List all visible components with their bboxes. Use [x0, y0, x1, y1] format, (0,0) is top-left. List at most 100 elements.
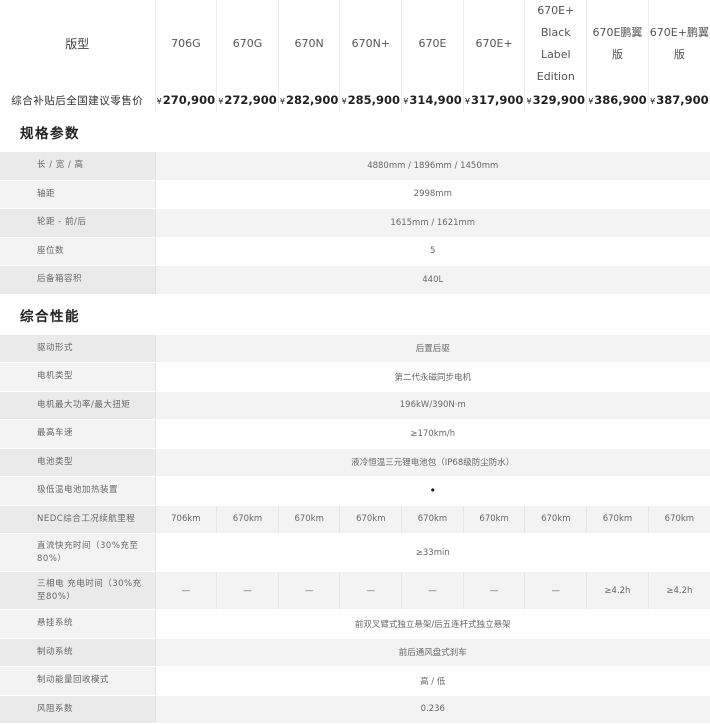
price-value: 314,900	[409, 93, 462, 107]
price-value: 272,900	[224, 93, 277, 107]
price-value: 317,900	[470, 93, 524, 107]
charge-cell: —	[339, 571, 403, 610]
currency-symbol: ¥	[650, 97, 656, 106]
table-row: 风阻系数 0.236	[0, 695, 710, 724]
price-cell: ¥285,900	[339, 88, 403, 112]
row-value: ≥170km/h	[155, 419, 710, 449]
row-label: 制动系统	[0, 638, 156, 667]
charge-cell: —	[155, 571, 218, 610]
row-label: 长 / 宽 / 高	[0, 152, 156, 181]
version-col-header: 670E+	[463, 0, 526, 88]
section-row: 综合性能	[0, 294, 710, 335]
price-cell: ¥282,900	[278, 88, 341, 112]
version-col-header: 670N+	[339, 0, 403, 88]
currency-symbol: ¥	[464, 97, 470, 106]
table-row: 轴距 2998mm	[0, 180, 710, 209]
row-value: 2998mm	[155, 180, 710, 209]
range-cell: 706km	[155, 505, 218, 534]
row-label: 座位数	[0, 237, 156, 266]
row-label: 风阻系数	[0, 695, 156, 724]
currency-symbol: ¥	[588, 97, 594, 106]
table-row: 最高车速 ≥170km/h	[0, 419, 710, 449]
row-label: 制动能量回收模式	[0, 666, 156, 696]
price-cell: ¥270,900	[155, 88, 218, 112]
currency-symbol: ¥	[279, 97, 285, 106]
table-row: 长 / 宽 / 高 4880mm / 1896mm / 1450mm	[0, 152, 710, 181]
row-label: NEDC综合工况续航里程	[0, 505, 156, 534]
price-cell: ¥387,900	[648, 88, 710, 112]
charge-cell: ≥4.2h	[648, 571, 710, 610]
charge-cell: —	[278, 571, 341, 610]
range-cell: 670km	[524, 505, 588, 534]
row-value: 第二代永磁同步电机	[155, 362, 710, 392]
table-row-ac-charge: 三相电 充电时间（30%充至80%） — — — — — — — ≥4.2h ≥…	[0, 571, 710, 610]
currency-symbol: ¥	[341, 97, 347, 106]
version-col-header: 706G	[155, 0, 218, 88]
table-row: 电机类型 第二代永磁同步电机	[0, 362, 710, 392]
price-cell: ¥329,900	[524, 88, 588, 112]
range-cell: 670km	[216, 505, 279, 534]
range-cell: 670km	[278, 505, 341, 534]
price-cell: ¥317,900	[463, 88, 526, 112]
version-col-header: 670G	[216, 0, 279, 88]
row-label: 驱动形式	[0, 334, 156, 363]
price-row: 综合补贴后全国建议零售价 ¥270,900 ¥272,900 ¥282,900 …	[0, 88, 710, 112]
charge-cell: —	[216, 571, 279, 610]
version-col-header: 670E+鹏翼版	[649, 26, 709, 61]
charge-cell: —	[463, 571, 526, 610]
table-row: 制动能量回收模式 高 / 低	[0, 666, 710, 696]
currency-symbol: ¥	[218, 97, 224, 106]
section-title-spec: 规格参数	[20, 126, 80, 142]
row-label: 悬挂系统	[0, 609, 156, 639]
row-value: 前后通风盘式刹车	[155, 638, 710, 667]
table-row: 座位数 5	[0, 237, 710, 266]
table-row-nedc: NEDC综合工况续航里程 706km 670km 670km 670km 670…	[0, 505, 710, 534]
row-label: 最高车速	[0, 419, 156, 449]
table-row: 悬挂系统 前双叉臂式独立悬架/后五连杆式独立悬架	[0, 609, 710, 639]
price-value: 282,900	[286, 93, 339, 107]
price-cell: ¥314,900	[401, 88, 464, 112]
row-label: 电机类型	[0, 362, 156, 392]
row-label: 轴距	[0, 180, 156, 209]
range-cell: 670km	[401, 505, 464, 534]
table-row: 轮距 - 前/后 1615mm / 1621mm	[0, 208, 710, 238]
range-cell: 670km	[463, 505, 526, 534]
row-value: 196kW/390N·m	[155, 391, 710, 420]
row-value: 前双叉臂式独立悬架/后五连杆式独立悬架	[155, 609, 710, 639]
price-value: 329,900	[532, 93, 586, 107]
price-value: 270,900	[162, 93, 216, 107]
version-col-header: 670E	[401, 0, 464, 88]
price-label: 综合补贴后全国建议零售价	[0, 88, 156, 112]
table-row: 制动系统 前后通风盘式刹车	[0, 638, 710, 667]
charge-cell: —	[524, 571, 588, 610]
row-label: 轮距 - 前/后	[0, 208, 156, 238]
row-value: 后置后驱	[155, 334, 710, 363]
row-label: 三相电 充电时间（30%充至80%）	[0, 571, 156, 610]
row-value: 高 / 低	[155, 666, 710, 696]
row-value: 0.236	[155, 695, 710, 724]
row-label: 直流快充时间（30%充至80%）	[0, 533, 156, 572]
table-row-dc-charge: 直流快充时间（30%充至80%） ≥33min	[0, 533, 710, 572]
row-label: 极低温电池加热装置	[0, 476, 156, 506]
section-row: 规格参数	[0, 112, 710, 152]
price-value: 386,900	[594, 93, 647, 107]
range-cell: 670km	[339, 505, 403, 534]
row-label: 电池类型	[0, 448, 156, 477]
row-value: 5	[155, 237, 710, 266]
table-row: 极低温电池加热装置 •	[0, 476, 710, 506]
price-value: 285,900	[347, 93, 401, 107]
table-row: 后备箱容积 440L	[0, 265, 710, 295]
row-value: ≥33min	[155, 533, 710, 572]
charge-cell: ≥4.2h	[586, 571, 649, 610]
row-label: 电机最大功率/最大扭矩	[0, 391, 156, 420]
price-cell: ¥272,900	[216, 88, 279, 112]
row-value: 4880mm / 1896mm / 1450mm	[155, 152, 710, 181]
charge-cell: —	[401, 571, 464, 610]
version-header-label: 版型	[0, 0, 156, 88]
section-title-performance: 综合性能	[20, 308, 80, 325]
row-value: 1615mm / 1621mm	[155, 208, 710, 238]
range-cell: 670km	[648, 505, 710, 534]
range-cell: 670km	[586, 505, 649, 534]
price-value: 387,900	[656, 93, 709, 107]
version-col-header: 670N	[278, 0, 341, 88]
